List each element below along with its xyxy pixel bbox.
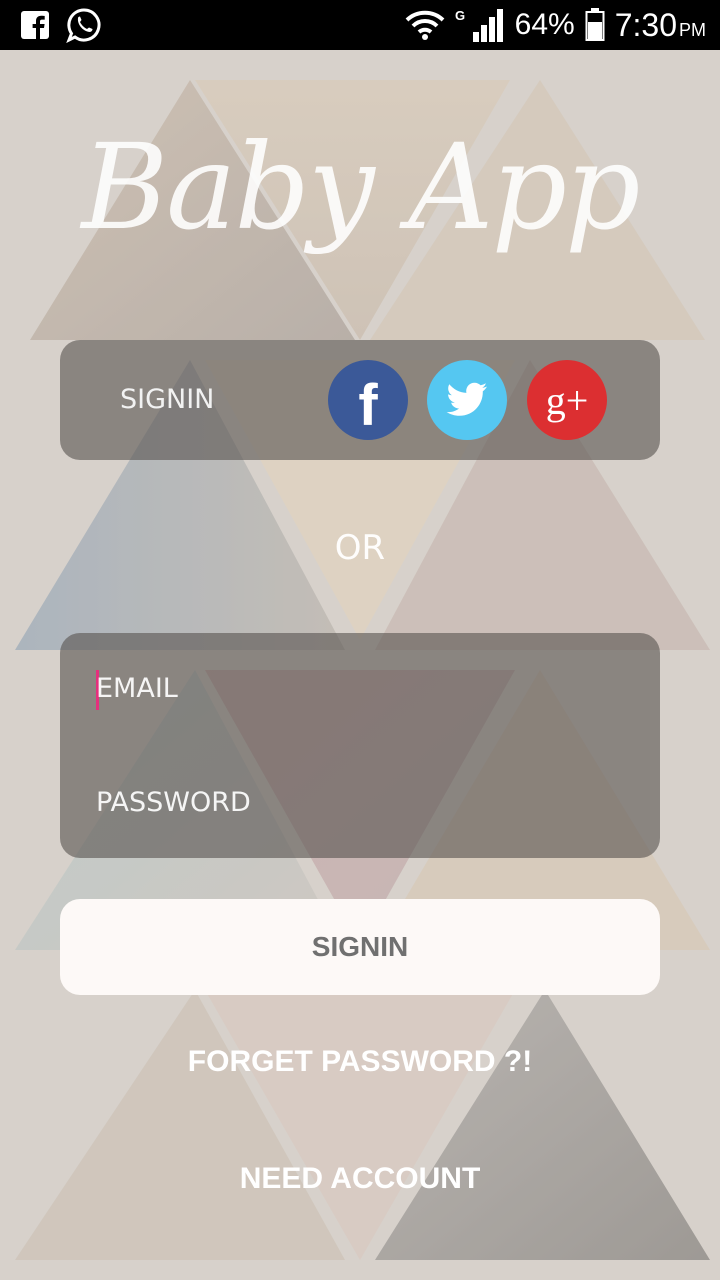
password-field[interactable]: PASSWORD [96, 787, 251, 818]
signin-button[interactable]: SIGNIN [60, 899, 660, 995]
battery-icon [585, 8, 605, 41]
status-bar: G 64% 7:30 PM [0, 0, 720, 50]
need-account-link[interactable]: NEED ACCOUNT [0, 1162, 720, 1196]
signal-icon: G [455, 8, 503, 42]
network-type: G [455, 8, 465, 23]
facebook-icon [21, 11, 49, 40]
battery-percent: 64% [514, 8, 575, 41]
google-plus-signin-button[interactable]: g+ [527, 360, 607, 440]
clock: 7:30 PM [614, 6, 706, 43]
or-divider: OR [334, 528, 386, 568]
forget-password-link[interactable]: FORGET PASSWORD ?! [0, 1045, 720, 1079]
social-signin-label: SIGNIN [120, 384, 215, 415]
google-plus-icon: g+ [545, 377, 589, 423]
notification-icons [0, 7, 102, 43]
twitter-bird-icon [446, 382, 487, 416]
twitter-signin-button[interactable] [427, 360, 507, 440]
login-form: EMAIL PASSWORD [60, 633, 660, 858]
email-field[interactable]: EMAIL [96, 673, 178, 704]
facebook-icon: f [358, 372, 378, 438]
social-signin-card: SIGNIN f g+ [60, 340, 660, 460]
whatsapp-icon [66, 8, 101, 43]
app-title: Baby App [81, 118, 640, 256]
facebook-signin-button[interactable]: f [328, 360, 408, 440]
wifi-icon [405, 10, 445, 40]
